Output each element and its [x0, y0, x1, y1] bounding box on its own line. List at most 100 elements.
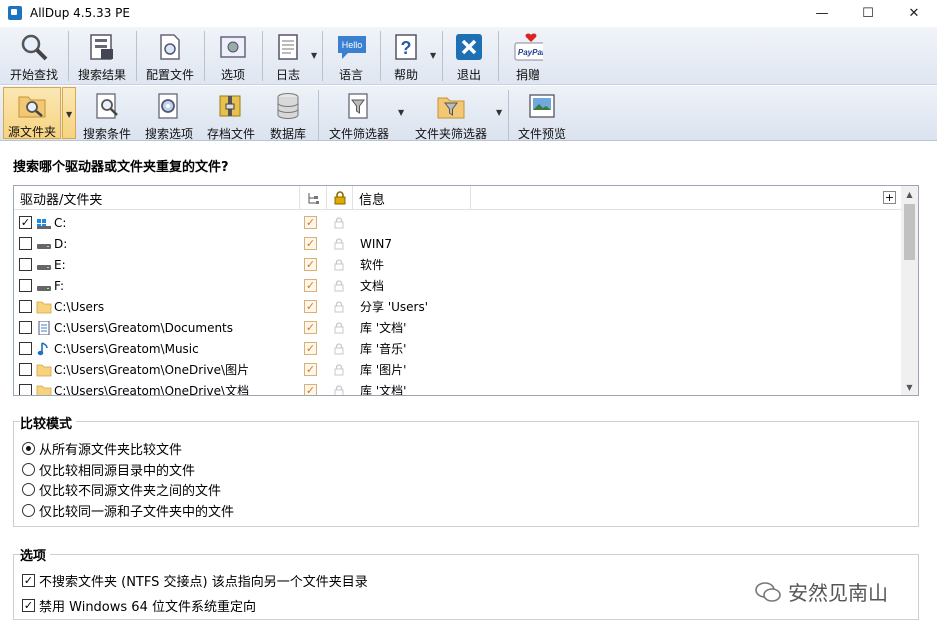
list-item[interactable]: C:\Users\Greatom\OneDrive\文档 ✓ 库 '文档' — [14, 380, 902, 396]
source-folder-dropdown[interactable]: ▼ — [62, 87, 76, 139]
radio-button[interactable] — [22, 483, 35, 496]
file-filter-dropdown-icon[interactable]: ▼ — [398, 108, 404, 117]
column-protect[interactable] — [327, 186, 353, 210]
lock-icon[interactable] — [334, 216, 344, 229]
include-checkbox[interactable]: ✓ — [19, 216, 32, 229]
compare-different-folders-option[interactable]: 仅比较不同源文件夹之间的文件 — [22, 480, 221, 499]
list-item[interactable]: D: ✓ WIN7 — [14, 233, 902, 254]
radio-button[interactable] — [22, 504, 35, 517]
list-item[interactable]: C:\Users\Greatom\Documents ✓ 库 '文档' — [14, 317, 902, 338]
donate-button[interactable]: PayPal 捐赠 — [504, 29, 552, 83]
list-item[interactable]: C:\Users\Greatom\Music ✓ 库 '音乐' — [14, 338, 902, 359]
search-options-button[interactable]: 搜索选项 — [140, 88, 198, 142]
list-item[interactable]: E: ✓ 软件 — [14, 254, 902, 275]
include-checkbox[interactable] — [19, 342, 32, 355]
file-filter-icon — [344, 91, 374, 121]
minimize-button[interactable]: — — [799, 0, 845, 26]
profile-button[interactable]: 配置文件 — [140, 29, 200, 83]
database-button[interactable]: 数据库 — [264, 88, 312, 142]
lock-icon[interactable] — [334, 363, 344, 376]
expand-columns-button[interactable]: + — [883, 191, 896, 204]
column-subfolder[interactable] — [300, 186, 327, 210]
checkbox[interactable]: ✓ — [22, 599, 35, 612]
lock-icon[interactable] — [334, 279, 344, 292]
help-dropdown-icon[interactable]: ▼ — [430, 51, 436, 60]
exit-button[interactable]: 退出 — [448, 29, 490, 83]
folder-path: D: — [54, 236, 68, 251]
list-item[interactable]: C:\Users ✓ 分享 'Users' — [14, 296, 902, 317]
folder-filter-dropdown-icon[interactable]: ▼ — [496, 108, 502, 117]
subfolder-checkbox[interactable]: ✓ — [304, 216, 317, 229]
log-button[interactable]: 日志 — [266, 29, 310, 83]
chevron-down-icon: ▼ — [66, 110, 73, 119]
help-button[interactable]: ? 帮助 — [384, 29, 428, 83]
include-checkbox[interactable] — [19, 384, 32, 395]
column-drive-folder[interactable]: 驱动器/文件夹 — [14, 186, 300, 210]
toolbar-separator — [136, 31, 137, 81]
compare-mode-title: 比较模式 — [20, 413, 77, 432]
options-button[interactable]: 选项 — [208, 29, 258, 83]
toolbar-separator — [318, 90, 319, 140]
column-info[interactable]: 信息 — [353, 186, 471, 210]
subfolder-checkbox[interactable]: ✓ — [304, 363, 317, 376]
list-item[interactable]: F: ✓ 文档 — [14, 275, 902, 296]
windows-drive-icon — [36, 216, 52, 230]
file-filter-button[interactable]: 文件筛选器 — [324, 88, 394, 142]
subfolder-checkbox[interactable]: ✓ — [304, 321, 317, 334]
toolbar-separator — [322, 31, 323, 81]
compare-same-dir-option[interactable]: 仅比较相同源目录中的文件 — [22, 460, 195, 479]
drive-icon — [36, 258, 52, 272]
options-icon — [218, 32, 248, 62]
include-checkbox[interactable] — [19, 279, 32, 292]
scroll-down-icon[interactable]: ▼ — [901, 379, 918, 395]
subfolder-checkbox[interactable]: ✓ — [304, 237, 317, 250]
lock-icon[interactable] — [334, 258, 344, 271]
include-checkbox[interactable] — [19, 363, 32, 376]
subfolder-checkbox[interactable]: ✓ — [304, 384, 317, 395]
radio-button[interactable] — [22, 442, 35, 455]
include-checkbox[interactable] — [19, 321, 32, 334]
scrollbar-thumb[interactable] — [904, 204, 915, 260]
include-checkbox[interactable] — [19, 237, 32, 250]
close-button[interactable]: ✕ — [891, 0, 937, 26]
include-checkbox[interactable] — [19, 258, 32, 271]
list-vertical-scrollbar[interactable]: ▲ ▼ — [901, 186, 918, 395]
subfolder-checkbox[interactable]: ✓ — [304, 279, 317, 292]
language-button[interactable]: Hello 语言 — [326, 29, 376, 83]
log-dropdown-icon[interactable]: ▼ — [311, 51, 317, 60]
maximize-button[interactable]: ☐ — [845, 0, 891, 26]
radio-button[interactable] — [22, 463, 35, 476]
search-results-button[interactable]: 搜索结果 — [72, 29, 132, 83]
lock-icon[interactable] — [334, 321, 344, 334]
language-icon: Hello — [336, 32, 366, 62]
compare-same-source-subfolder-option[interactable]: 仅比较同一源和子文件夹中的文件 — [22, 501, 234, 520]
compare-all-option[interactable]: 从所有源文件夹比较文件 — [22, 439, 182, 458]
disable-wow64-redirect-option[interactable]: ✓ 禁用 Windows 64 位文件系统重定向 — [22, 596, 256, 615]
include-checkbox[interactable] — [19, 300, 32, 313]
list-item[interactable]: C:\Users\Greatom\OneDrive\图片 ✓ 库 '图片' — [14, 359, 902, 380]
folder-path: C:\Users\Greatom\OneDrive\文档 — [54, 384, 250, 396]
source-folder-list[interactable]: 驱动器/文件夹 信息 + ✓ C: ✓ D: ✓ WIN7 E: ✓ 软件 F: ✓ 文档 C:\Use… — [13, 185, 919, 396]
folder-info: 库 '音乐' — [360, 342, 407, 356]
source-folder-button[interactable]: 源文件夹 — [3, 87, 61, 139]
search-criteria-button[interactable]: 搜索条件 — [78, 88, 136, 142]
subfolder-checkbox[interactable]: ✓ — [304, 342, 317, 355]
criteria-icon — [92, 91, 122, 121]
folder-filter-button[interactable]: 文件夹筛选器 — [410, 88, 492, 142]
lock-icon[interactable] — [334, 342, 344, 355]
folder-icon — [36, 300, 52, 314]
scroll-up-icon[interactable]: ▲ — [901, 186, 918, 202]
help-icon: ? — [391, 32, 421, 62]
subfolder-checkbox[interactable]: ✓ — [304, 300, 317, 313]
lock-icon[interactable] — [334, 384, 344, 395]
lock-icon[interactable] — [334, 237, 344, 250]
subfolder-checkbox[interactable]: ✓ — [304, 258, 317, 271]
archive-button[interactable]: 存档文件 — [202, 88, 260, 142]
lock-icon[interactable] — [334, 300, 344, 313]
checkbox[interactable]: ✓ — [22, 574, 35, 587]
list-item[interactable]: ✓ C: ✓ — [14, 212, 902, 233]
file-preview-button[interactable]: 文件预览 — [512, 88, 572, 142]
start-search-button[interactable]: 开始查找 — [4, 29, 64, 83]
exit-icon — [454, 32, 484, 62]
skip-junction-option[interactable]: ✓ 不搜索文件夹 (NTFS 交接点) 该点指向另一个文件夹目录 — [22, 571, 368, 590]
